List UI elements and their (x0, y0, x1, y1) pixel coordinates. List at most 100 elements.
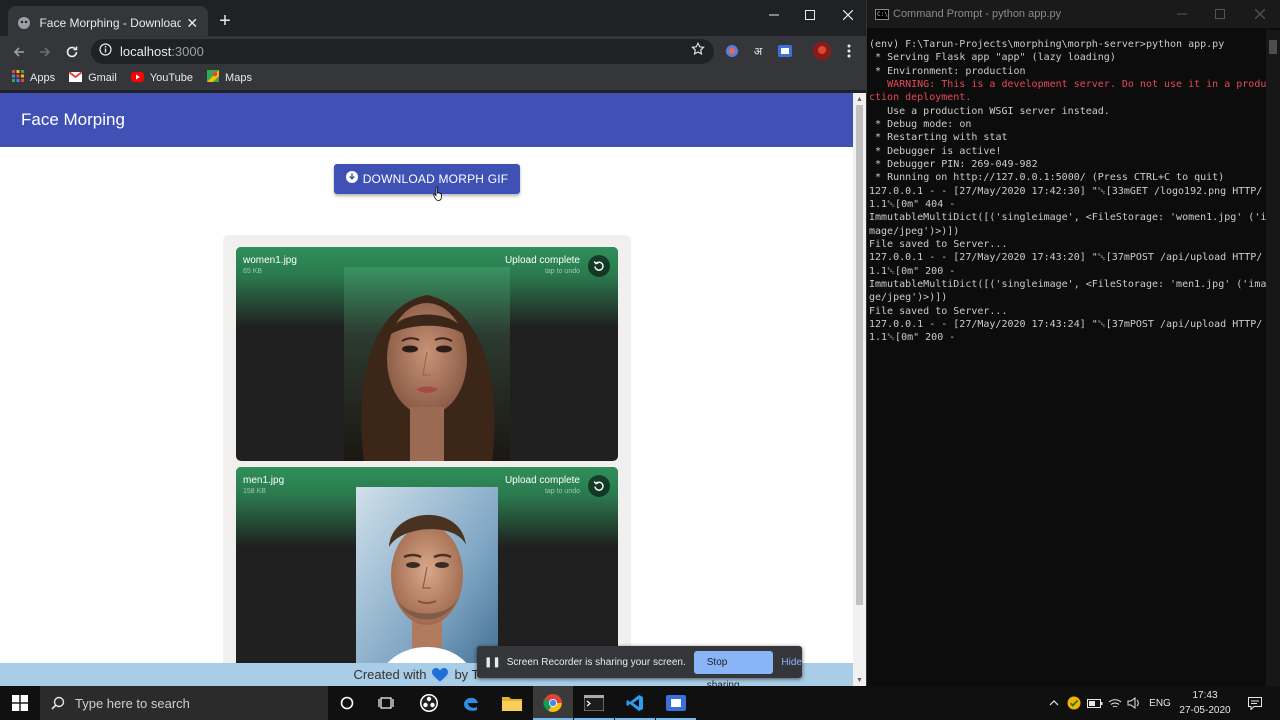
search-placeholder: Type here to search (75, 695, 190, 711)
cmd-scrollbar[interactable] (1266, 30, 1280, 686)
app-bar: Face Morping (0, 93, 853, 147)
cmd-maximize-button[interactable] (1201, 0, 1239, 28)
profile-avatar[interactable] (813, 42, 831, 60)
apps-grid-icon (12, 69, 24, 87)
console-line: * Restarting with stat (869, 132, 1008, 144)
console-line: Use a production WSGI server instead. (869, 105, 1110, 117)
cmd-minimize-button[interactable] (1163, 0, 1201, 28)
console-line: * Environment: production (869, 65, 1026, 77)
undo-hint: tap to undo (544, 268, 580, 275)
footer-text: Created with by T (353, 667, 479, 682)
download-circle-icon (345, 170, 358, 188)
vscode-icon[interactable] (615, 686, 655, 720)
console-line: * Debug mode: on (869, 118, 972, 130)
app-favicon-icon (16, 15, 31, 31)
scroll-down-icon[interactable]: ▼ (853, 674, 866, 686)
download-morph-gif-button[interactable]: DOWNLOAD MORPH GIF (334, 164, 520, 194)
task-view-icon[interactable] (366, 686, 406, 720)
bookmark-gmail[interactable]: Gmail (68, 69, 117, 87)
download-button-label: DOWNLOAD MORPH GIF (362, 172, 509, 186)
upload-status: Upload complete (504, 255, 580, 266)
back-button[interactable] (8, 41, 30, 63)
file-name: men1.jpg (243, 475, 285, 486)
undo-icon (593, 261, 604, 271)
url-text: localhost:3000 (120, 44, 204, 59)
wifi-icon[interactable] (1106, 686, 1124, 720)
new-tab-button[interactable]: + (215, 10, 235, 32)
hide-button[interactable]: Hide (781, 657, 802, 668)
start-button[interactable] (0, 686, 40, 720)
taskbar-clock[interactable]: 17:43 27-05-2020 (1176, 688, 1234, 718)
chrome-taskbar-icon[interactable] (533, 686, 573, 720)
bookmark-label: YouTube (149, 72, 194, 84)
clock-time: 17:43 (1192, 690, 1218, 701)
scroll-up-icon[interactable]: ▲ (853, 93, 866, 105)
action-center-icon[interactable] (1240, 686, 1270, 720)
cortana-icon[interactable] (327, 686, 367, 720)
console-line: WARNING: This is a development server. D… (869, 78, 1267, 104)
bookmark-youtube[interactable]: YouTube (130, 69, 194, 87)
scroll-thumb[interactable] (856, 105, 863, 605)
bookmark-label: Maps (225, 72, 252, 84)
file-explorer-icon[interactable] (492, 686, 532, 720)
address-bar[interactable]: localhost:3000 (91, 39, 714, 64)
console-line: 127.0.0.1 - - [27/May/2020 17:42:30] "␛[… (869, 185, 1263, 210)
cmd-icon: C:\ (875, 8, 889, 20)
gmail-icon (68, 69, 83, 87)
forward-button[interactable] (34, 41, 56, 63)
undo-hint: tap to undo (544, 488, 580, 495)
volume-icon[interactable] (1125, 686, 1143, 720)
console-line: * Debugger is active! (869, 145, 1002, 157)
undo-upload-button[interactable] (588, 255, 610, 277)
cmd-close-button[interactable] (1241, 0, 1279, 28)
tab-strip: Face Morphing - Download Morph ✕ + (0, 0, 866, 40)
pause-icon: ❚❚ (484, 656, 501, 668)
preview-image-woman (344, 267, 510, 461)
file-upload-area: women1.jpg 65 KB Upload complete tap to … (223, 235, 631, 686)
extension-recorder-icon[interactable] (776, 42, 794, 60)
reload-button[interactable] (61, 41, 83, 63)
battery-icon[interactable] (1086, 686, 1104, 720)
page-scrollbar[interactable]: ▲ ▼ (853, 93, 866, 686)
extension-translate-icon[interactable]: अ (749, 42, 767, 60)
cmd-scroll-thumb[interactable] (1269, 40, 1277, 54)
command-prompt-window: C:\ Command Prompt - python app.py (env)… (866, 0, 1280, 686)
tab-close-icon[interactable]: ✕ (185, 15, 200, 32)
cmd-title: Command Prompt - python app.py (893, 8, 1062, 20)
obs-icon[interactable] (409, 686, 449, 720)
show-hidden-icons-button[interactable] (1045, 686, 1063, 720)
file-size: 65 KB (243, 268, 263, 275)
stop-sharing-button[interactable]: Stop sharing (693, 650, 774, 691)
taskbar-search-box[interactable]: Type here to search (40, 686, 328, 720)
language-indicator[interactable]: ENG (1146, 686, 1174, 720)
windows-logo-icon (12, 695, 28, 711)
bookmark-apps[interactable]: Apps (12, 69, 55, 87)
browser-tab[interactable]: Face Morphing - Download Morph ✕ (8, 6, 208, 40)
file-size: 158 KB (243, 488, 266, 495)
maps-icon (207, 69, 220, 87)
upload-status: Upload complete (504, 475, 580, 486)
console-line: 127.0.0.1 - - [27/May/2020 17:43:24] "␛[… (869, 318, 1263, 344)
norton-shield-icon[interactable] (1065, 686, 1083, 720)
footer-suffix: by T (454, 667, 480, 682)
maximize-button[interactable] (791, 0, 829, 30)
bookmark-label: Apps (30, 72, 56, 84)
close-window-button[interactable] (829, 0, 867, 30)
screen-recorder-taskbar-icon[interactable] (656, 686, 696, 720)
tab-title: Face Morphing - Download Morph (39, 16, 181, 30)
console-line: * Serving Flask app "app" (lazy loading) (869, 52, 1116, 64)
undo-upload-button[interactable] (588, 475, 610, 497)
undo-icon (593, 481, 604, 491)
bookmark-star-icon[interactable] (691, 41, 705, 61)
search-icon (51, 696, 65, 710)
minimize-button[interactable] (755, 0, 793, 30)
cmd-taskbar-icon[interactable] (574, 686, 614, 720)
site-info-icon[interactable] (99, 42, 112, 61)
page-viewport: Face Morping DOWNLOAD MORPH GIF women1.j… (0, 93, 853, 686)
edge-icon[interactable] (451, 686, 491, 720)
chrome-menu-icon[interactable] (840, 42, 858, 60)
screen-share-notification: ❚❚ Screen Recorder is sharing your scree… (477, 646, 802, 691)
console-output[interactable]: (env) F:\Tarun-Projects\morphing\morph-s… (869, 38, 1267, 345)
extension-globe-icon[interactable] (723, 42, 741, 60)
bookmark-maps[interactable]: Maps (207, 69, 252, 87)
